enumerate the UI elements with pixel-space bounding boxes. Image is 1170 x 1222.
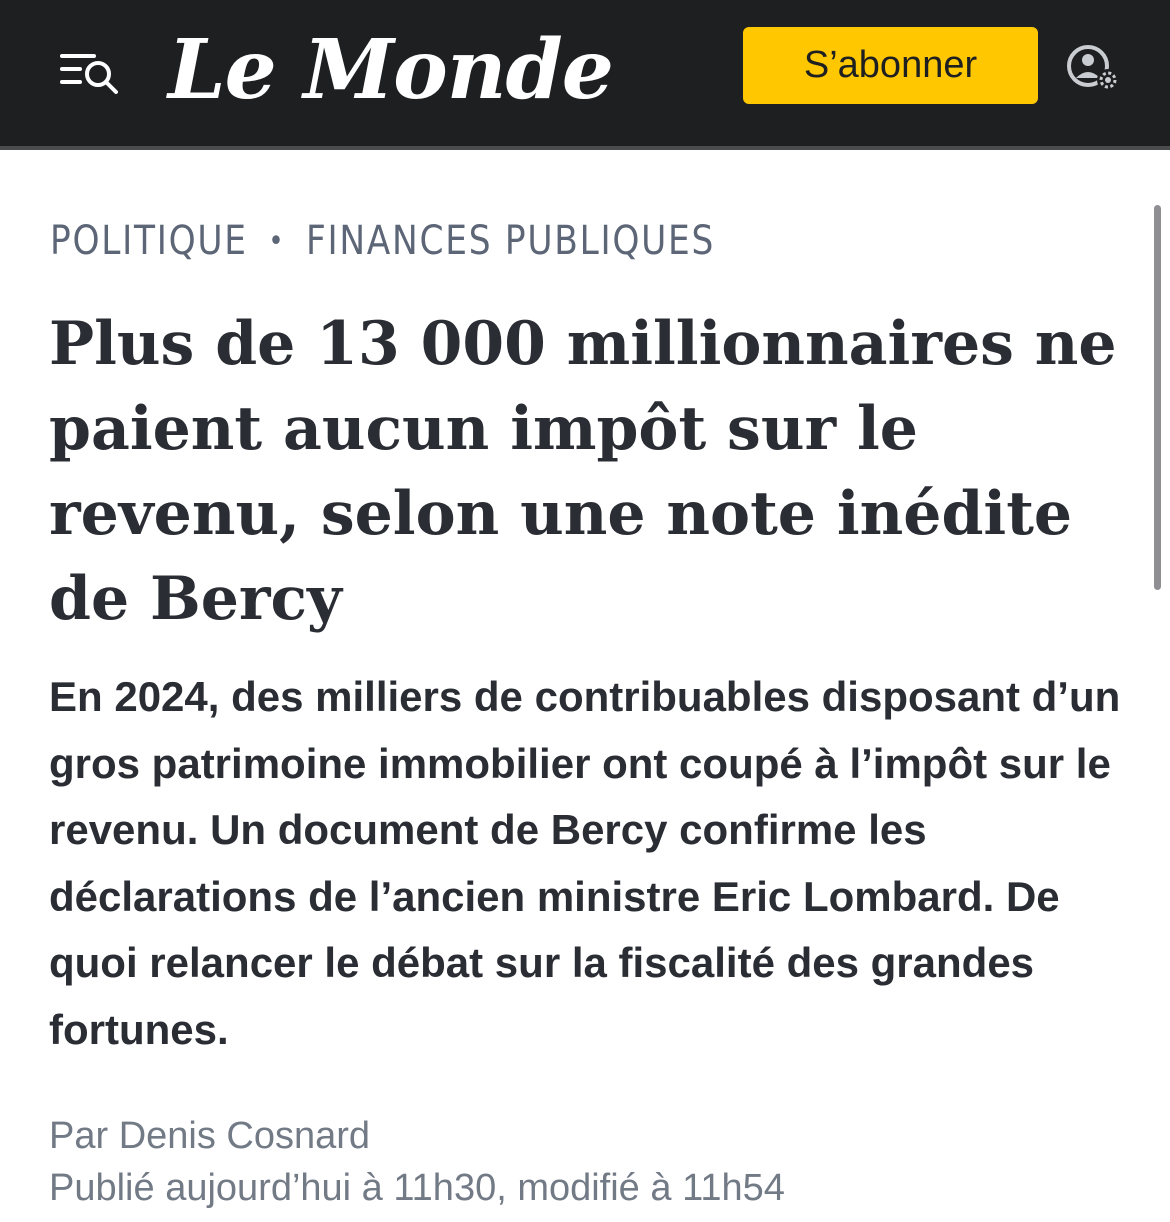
le-monde-logo[interactable]: Le Monde bbox=[168, 20, 614, 120]
article-standfirst: En 2024, des milliers de contribuables d… bbox=[49, 673, 1121, 1053]
article-category: POLITIQUE • FINANCES PUBLIQUES bbox=[50, 218, 715, 264]
author-link[interactable]: Denis Cosnard bbox=[119, 1115, 370, 1157]
category-separator: • bbox=[268, 223, 286, 259]
byline-prefix: Par bbox=[49, 1115, 109, 1157]
subscribe-button[interactable]: S’abonner bbox=[743, 27, 1038, 104]
publication-date: Publié aujourd’hui à 11h30, modifié à 11… bbox=[49, 1167, 785, 1209]
category-link-finances-publiques[interactable]: FINANCES PUBLIQUES bbox=[306, 218, 715, 264]
category-link-politique[interactable]: POLITIQUE bbox=[50, 218, 248, 264]
menu-search-icon[interactable] bbox=[54, 40, 124, 100]
top-navigation-bar: Le Monde S’abonner bbox=[0, 0, 1170, 146]
article-byline: Par Denis Cosnard bbox=[49, 1115, 370, 1158]
header-divider bbox=[0, 146, 1170, 150]
account-settings-icon[interactable] bbox=[1064, 40, 1126, 96]
article-headline: Plus de 13 000 millionnaires ne paient a… bbox=[49, 309, 1117, 634]
scrollbar[interactable] bbox=[1154, 205, 1161, 590]
